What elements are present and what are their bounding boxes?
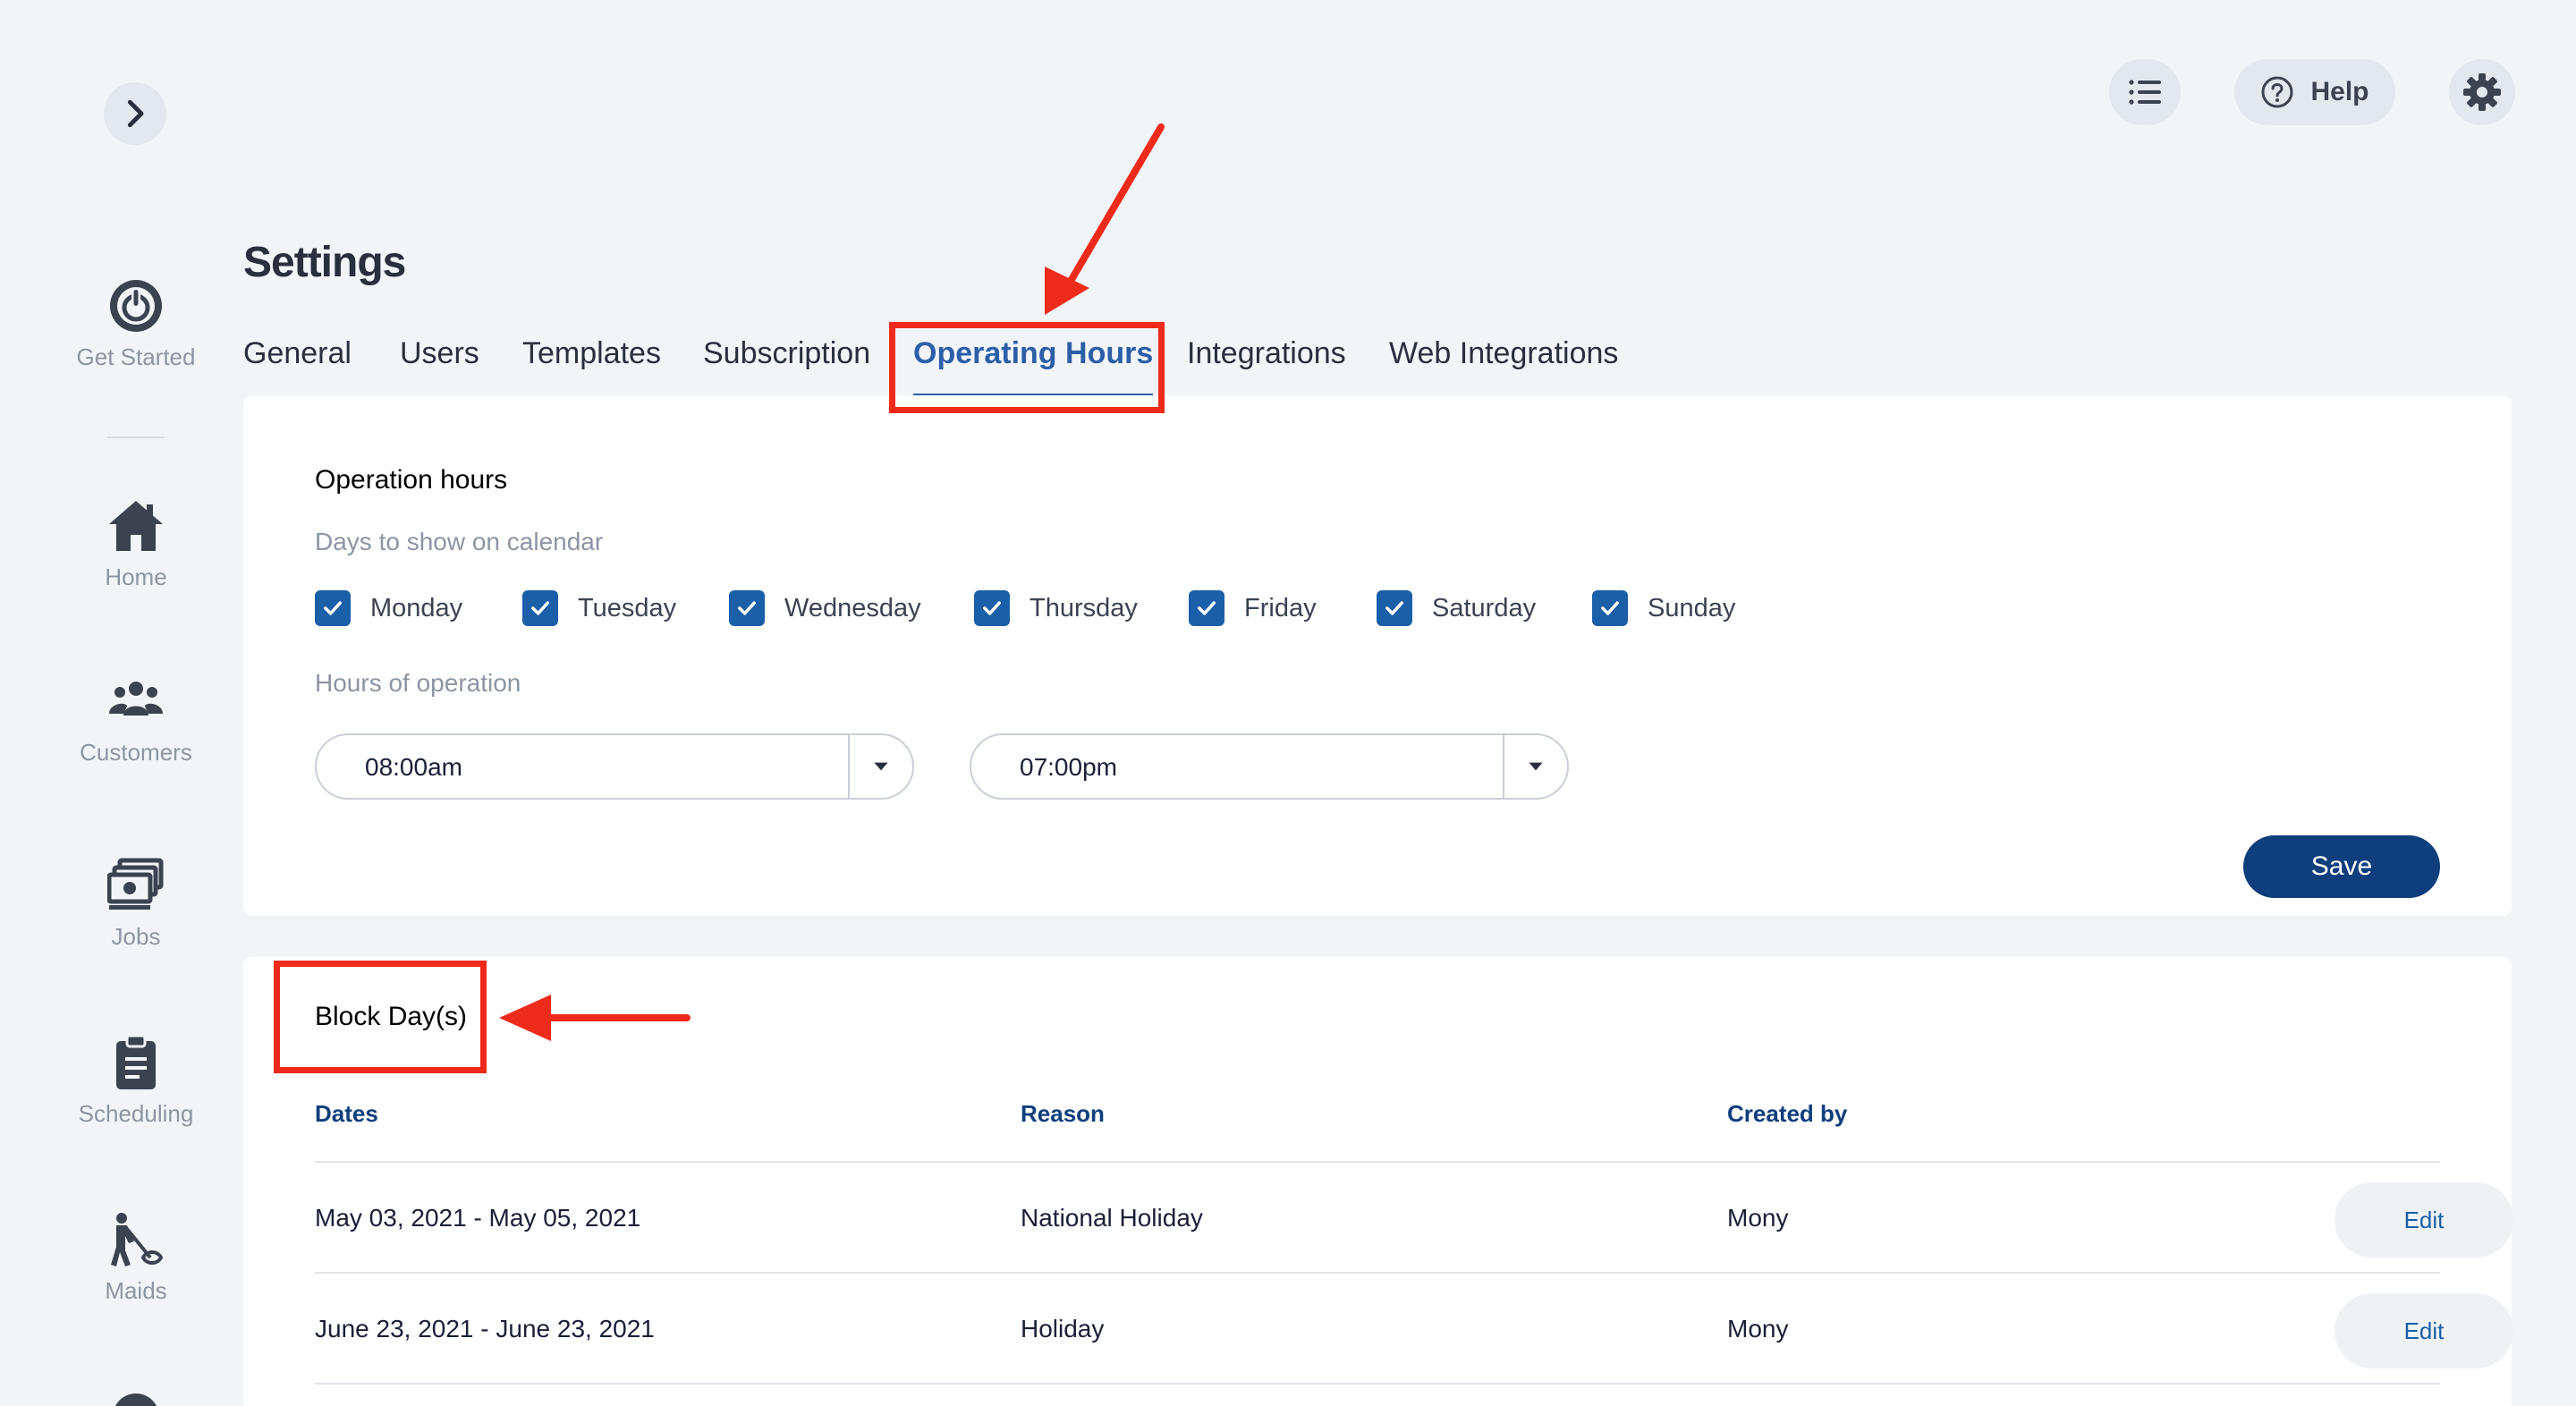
question-circle-icon <box>2261 76 2293 108</box>
check-icon <box>983 601 1001 615</box>
day-checkbox-thursday[interactable]: Thursday <box>974 590 1138 626</box>
checkbox[interactable] <box>315 590 351 626</box>
sidebar-item-scheduling[interactable]: Scheduling <box>57 1034 215 1128</box>
row-created-by: Mony <box>1727 1204 1789 1232</box>
table-divider <box>315 1383 2440 1385</box>
power-icon <box>110 280 162 332</box>
expand-sidebar-button[interactable] <box>104 82 166 145</box>
days-label: Days to show on calendar <box>315 528 604 555</box>
table-divider <box>315 1161 2440 1163</box>
start-time-value: 08:00am <box>365 753 462 781</box>
cleaner-icon <box>111 1213 164 1266</box>
help-label: Help <box>2310 77 2369 106</box>
checkbox[interactable] <box>974 590 1010 626</box>
checkbox[interactable] <box>1189 590 1224 626</box>
row-created-by: Mony <box>1727 1315 1789 1342</box>
day-checkbox-monday[interactable]: Monday <box>315 590 462 626</box>
sidebar-item-home[interactable]: Home <box>57 497 215 591</box>
sidebar-item-maids[interactable]: Maids <box>57 1211 215 1305</box>
day-checkbox-friday[interactable]: Friday <box>1189 590 1317 626</box>
operation-hours-title: Operation hours <box>315 465 508 495</box>
page-title: Settings <box>243 239 406 286</box>
block-days-card: Block Day(s) Dates Reason Created by May… <box>243 957 2513 1406</box>
end-time-select[interactable]: 07:00pm <box>970 733 1569 800</box>
sidebar-item-label: Get Started <box>76 343 196 370</box>
sidebar-item-jobs[interactable]: Jobs <box>57 857 215 951</box>
start-time-select[interactable]: 08:00am <box>315 733 914 800</box>
check-icon <box>324 601 342 615</box>
gear-icon <box>2463 73 2501 111</box>
people-icon <box>109 682 163 716</box>
sidebar-item-customers[interactable]: Customers <box>57 673 215 767</box>
partial-icon <box>114 1393 157 1406</box>
day-label: Friday <box>1244 593 1317 623</box>
help-button[interactable]: Help <box>2234 59 2395 125</box>
tab-templates[interactable]: Templates <box>522 336 661 371</box>
tab-web-integrations[interactable]: Web Integrations <box>1389 336 1618 371</box>
caret-down-icon <box>874 762 888 771</box>
check-icon <box>531 601 549 615</box>
day-label: Monday <box>370 593 463 623</box>
row-dates: May 03, 2021 - May 05, 2021 <box>315 1204 641 1232</box>
checkbox[interactable] <box>1377 590 1412 626</box>
operation-hours-card: Operation hours Days to show on calendar… <box>243 395 2512 916</box>
settings-button[interactable] <box>2449 59 2515 125</box>
day-label: Saturday <box>1432 593 1537 623</box>
sidebar-item-label: Home <box>105 563 167 590</box>
highlight-box-operating-hours <box>889 322 1165 413</box>
row-reason: Holiday <box>1021 1315 1105 1342</box>
checkbox[interactable] <box>729 590 765 626</box>
tab-general[interactable]: General <box>243 336 352 371</box>
caret-down-icon <box>1529 762 1543 771</box>
edit-button[interactable]: Edit <box>2334 1182 2513 1258</box>
day-label: Tuesday <box>578 593 677 623</box>
select-divider <box>848 735 850 798</box>
select-divider <box>1503 735 1504 798</box>
day-checkbox-saturday[interactable]: Saturday <box>1377 590 1536 626</box>
check-icon <box>738 601 756 615</box>
sidebar-item-label: Jobs <box>111 923 161 950</box>
sidebar-item-label: Scheduling <box>78 1100 194 1127</box>
check-icon <box>1198 601 1216 615</box>
sidebar-item-label: Customers <box>80 739 192 766</box>
checkbox[interactable] <box>1592 590 1628 626</box>
tab-users[interactable]: Users <box>400 336 479 371</box>
column-header-dates: Dates <box>315 1100 378 1127</box>
edit-button[interactable]: Edit <box>2334 1293 2513 1368</box>
check-icon <box>1385 601 1403 615</box>
checkbox[interactable] <box>522 590 558 626</box>
highlight-box-block-days <box>274 961 487 1073</box>
sidebar-item-get-started[interactable]: Get Started <box>57 277 215 371</box>
money-icon <box>107 858 164 910</box>
home-icon <box>109 501 163 551</box>
hours-label: Hours of operation <box>315 669 521 697</box>
arrow-icon-down <box>1045 123 1165 315</box>
column-header-reason: Reason <box>1021 1100 1105 1127</box>
sidebar-item-more[interactable] <box>57 1388 215 1406</box>
day-checkbox-wednesday[interactable]: Wednesday <box>729 590 921 626</box>
table-divider <box>315 1272 2440 1274</box>
end-time-value: 07:00pm <box>1020 753 1117 781</box>
day-label: Sunday <box>1648 593 1736 623</box>
day-label: Wednesday <box>784 593 921 623</box>
day-checkbox-sunday[interactable]: Sunday <box>1592 590 1735 626</box>
tab-subscription[interactable]: Subscription <box>703 336 870 371</box>
list-icon <box>2129 80 2161 105</box>
row-dates: June 23, 2021 - June 23, 2021 <box>315 1315 655 1342</box>
save-button[interactable]: Save <box>2243 835 2440 898</box>
day-label: Thursday <box>1030 593 1138 623</box>
clipboard-icon <box>116 1034 156 1089</box>
tab-integrations[interactable]: Integrations <box>1187 336 1346 371</box>
day-checkbox-tuesday[interactable]: Tuesday <box>522 590 676 626</box>
column-header-created-by: Created by <box>1727 1100 1848 1127</box>
row-reason: National Holiday <box>1021 1204 1203 1232</box>
sidebar-divider <box>107 436 165 438</box>
chevron-right-icon <box>127 99 144 128</box>
check-icon <box>1601 601 1619 615</box>
task-list-button[interactable] <box>2109 59 2181 125</box>
sidebar-item-label: Maids <box>105 1277 167 1304</box>
